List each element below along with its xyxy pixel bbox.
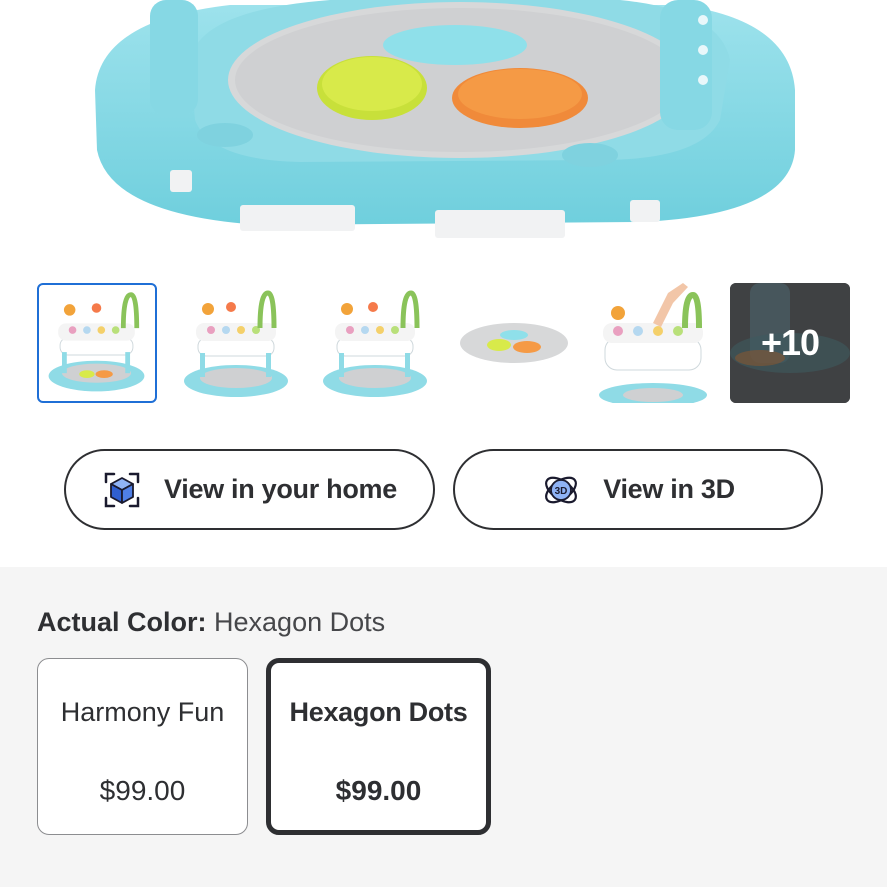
actual-color-value: Hexagon Dots	[214, 607, 386, 637]
view-in-your-home-button[interactable]: View in your home	[64, 449, 435, 530]
color-option-hexagon-dots[interactable]: Hexagon Dots $99.00	[266, 658, 491, 835]
actual-color-label: Actual Color:	[37, 607, 207, 637]
main-product-image[interactable]	[0, 0, 887, 260]
more-images-button[interactable]: +10	[730, 283, 850, 403]
activity-center-closeup-thumbnail	[599, 283, 707, 403]
color-option-price: $99.00	[335, 775, 422, 806]
thumbnail-4[interactable]	[454, 283, 574, 403]
color-option-name: Harmony Fun	[60, 697, 225, 727]
actual-color-line: Actual Color: Hexagon Dots	[37, 607, 385, 638]
thumbnail-strip: +10	[37, 283, 851, 403]
svg-text:3D: 3D	[555, 486, 568, 497]
view-in-3d-button[interactable]: 3D View in 3D	[453, 449, 823, 530]
base-tray-thumbnail	[460, 323, 568, 363]
thumbnail-1[interactable]	[37, 283, 157, 403]
color-option-price: $99.00	[99, 775, 186, 806]
color-variant-section: Actual Color: Hexagon Dots Harmony Fun $…	[0, 567, 887, 887]
ar-cube-icon	[104, 472, 140, 507]
thumbnail-5[interactable]	[593, 283, 713, 403]
view-in-3d-label: View in 3D	[603, 474, 735, 504]
thumbnail-3[interactable]	[315, 283, 435, 403]
3d-rotate-icon: 3D	[545, 476, 578, 503]
view-in-your-home-label: View in your home	[164, 474, 397, 504]
color-option-name: Hexagon Dots	[289, 697, 468, 727]
product-base-illustration	[95, 0, 795, 238]
activity-center-thumbnail	[323, 290, 427, 397]
color-option-harmony-fun[interactable]: Harmony Fun $99.00	[37, 658, 248, 835]
activity-center-thumbnail	[184, 290, 288, 397]
activity-center-thumbnail	[48, 292, 145, 392]
more-count-label: +10	[760, 322, 820, 363]
thumbnail-2[interactable]	[176, 283, 296, 403]
